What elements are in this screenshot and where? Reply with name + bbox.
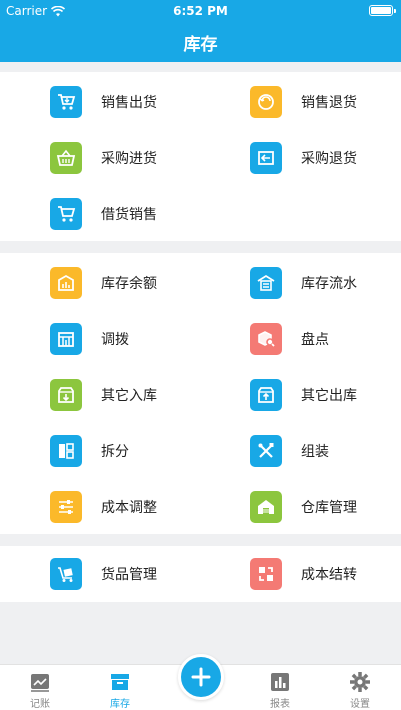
- sliders-icon: [50, 491, 82, 523]
- stocktake-icon: [250, 323, 282, 355]
- tools-icon: [250, 435, 282, 467]
- menu-item-stock-flow[interactable]: 库存流水: [250, 263, 357, 303]
- goods-cost-section: 货品管理 成本结转: [0, 546, 401, 602]
- tab-label: 报表: [270, 699, 290, 710]
- outbound-icon: [250, 379, 282, 411]
- menu-item-label: 采购退货: [301, 151, 357, 167]
- split-icon: [50, 435, 82, 467]
- menu-item-label: 仓库管理: [301, 500, 357, 516]
- menu-item-purchase-in[interactable]: 采购进货: [50, 138, 157, 178]
- cart-icon: [50, 198, 82, 230]
- box-arrow-icon: [250, 142, 282, 174]
- inventory-section: 库存余额 库存流水 调拨 盘点 其它入库 其它出库 拆分 组装 成本调整 仓库管…: [0, 253, 401, 534]
- menu-item-borrow-sale[interactable]: 借货销售: [50, 194, 157, 234]
- inventory-icon: [50, 267, 82, 299]
- tab-inventory[interactable]: 库存: [80, 671, 160, 710]
- return-icon: [250, 86, 282, 118]
- menu-item-label: 调拨: [101, 332, 129, 348]
- menu-item-split[interactable]: 拆分: [50, 431, 129, 471]
- gear-icon: [350, 672, 370, 692]
- menu-item-label: 成本调整: [101, 500, 157, 516]
- plus-icon: [191, 667, 211, 687]
- tab-label: 库存: [110, 699, 130, 710]
- menu-item-label: 成本结转: [301, 567, 357, 583]
- carryover-icon: [250, 558, 282, 590]
- menu-item-cost-carryover[interactable]: 成本结转: [250, 554, 357, 594]
- tab-label: 设置: [350, 699, 370, 710]
- add-button[interactable]: [178, 654, 224, 700]
- menu-item-label: 借货销售: [101, 207, 157, 223]
- menu-item-label: 采购进货: [101, 151, 157, 167]
- goods-icon: [50, 558, 82, 590]
- cart-out-icon: [50, 86, 82, 118]
- menu-item-goods-mgmt[interactable]: 货品管理: [50, 554, 157, 594]
- warehouse-icon: [250, 491, 282, 523]
- menu-item-other-inbound[interactable]: 其它入库: [50, 375, 157, 415]
- inbound-icon: [50, 379, 82, 411]
- menu-item-purchase-return[interactable]: 采购退货: [250, 138, 357, 178]
- menu-item-label: 货品管理: [101, 567, 157, 583]
- menu-item-label: 盘点: [301, 332, 329, 348]
- menu-item-sales-return[interactable]: 销售退货: [250, 82, 357, 122]
- archive-box-icon: [111, 674, 129, 690]
- menu-item-label: 销售退货: [301, 95, 357, 111]
- menu-item-label: 其它入库: [101, 388, 157, 404]
- tab-reports[interactable]: 报表: [240, 671, 320, 710]
- tab-settings[interactable]: 设置: [320, 671, 400, 710]
- menu-item-label: 库存流水: [301, 276, 357, 292]
- menu-item-assemble[interactable]: 组装: [250, 431, 329, 471]
- battery-icon: [369, 5, 396, 16]
- menu-item-stocktake[interactable]: 盘点: [250, 319, 329, 359]
- menu-item-warehouse-mgmt[interactable]: 仓库管理: [250, 487, 357, 527]
- menu-item-sales-out[interactable]: 销售出货: [50, 82, 157, 122]
- sales-purchase-section: 销售出货 销售退货 采购进货 采购退货 借货销售: [0, 72, 401, 241]
- menu-item-transfer[interactable]: 调拨: [50, 319, 129, 359]
- menu-item-label: 组装: [301, 444, 329, 460]
- menu-item-other-outbound[interactable]: 其它出库: [250, 375, 357, 415]
- tab-label: 记账: [30, 699, 50, 710]
- basket-icon: [50, 142, 82, 174]
- menu-item-label: 库存余额: [101, 276, 157, 292]
- transfer-icon: [50, 323, 82, 355]
- status-time: 6:52 PM: [173, 4, 228, 18]
- menu-item-stock-balance[interactable]: 库存余额: [50, 263, 157, 303]
- bar-chart-icon: [271, 673, 289, 691]
- chart-line-icon: [31, 674, 49, 692]
- menu-item-label: 拆分: [101, 444, 129, 460]
- app-header: Carrier 6:52 PM 库存: [0, 0, 401, 62]
- menu-item-label: 销售出货: [101, 95, 157, 111]
- tab-bookkeeping[interactable]: 记账: [0, 671, 80, 710]
- status-bar: Carrier 6:52 PM: [0, 0, 401, 22]
- menu-item-cost-adjust[interactable]: 成本调整: [50, 487, 157, 527]
- menu-item-label: 其它出库: [301, 388, 357, 404]
- warehouse-flow-icon: [250, 267, 282, 299]
- page-title: 库存: [183, 35, 218, 55]
